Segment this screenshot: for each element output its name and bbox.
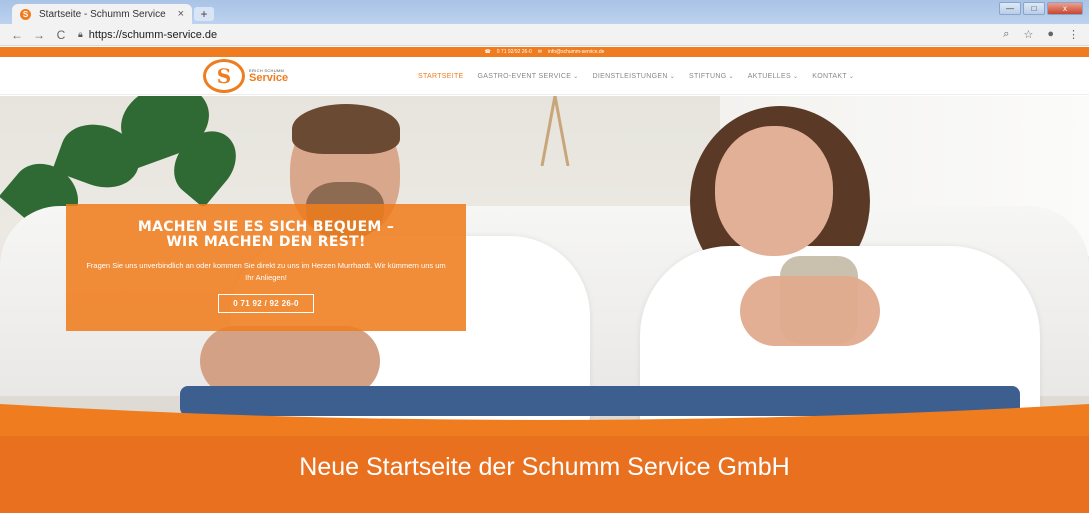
hero-phone-button[interactable]: 0 71 92 / 92 26-0 — [218, 294, 314, 313]
browser-tab-bar: S Startseite - Schumm Service × + — □ x — [0, 0, 1089, 24]
window-controls: — □ x — [999, 2, 1083, 15]
url-text[interactable]: https://schumm-service.de — [89, 29, 217, 41]
lamp-illustration — [540, 96, 570, 166]
site-logo[interactable]: S ERICH SCHUMM Service — [203, 59, 288, 93]
logo-text: ERICH SCHUMM Service — [249, 68, 288, 84]
reload-icon[interactable]: C — [50, 28, 72, 42]
topbar-email[interactable]: info@schumm-service.de — [548, 49, 604, 55]
hero-wave-divider — [0, 404, 1089, 436]
hero-headline-line1: MACHEN SIE ES SICH BEQUEM – — [137, 219, 395, 235]
site-contact-bar: ☎ 0 71 92/92 26-0 ✉ info@schumm-service.… — [0, 47, 1089, 57]
close-window-button[interactable]: x — [1047, 2, 1083, 15]
forward-icon[interactable]: → — [28, 28, 50, 42]
nav-item-kontakt[interactable]: KONTAKT ⌄ — [812, 73, 854, 80]
logo-s-icon: S — [203, 59, 245, 93]
site-favicon-icon: S — [20, 8, 31, 20]
chevron-down-icon: ⌄ — [792, 73, 799, 80]
lock-icon: 🔒︎ — [78, 29, 83, 39]
chevron-down-icon: ⌄ — [728, 73, 734, 80]
minimize-button[interactable]: — — [999, 2, 1021, 15]
address-bar[interactable]: 🔒︎ https://schumm-service.de — [78, 29, 1003, 41]
bookmark-star-icon[interactable]: ☆ — [1023, 28, 1033, 41]
toolbar-actions: ⌕ ☆ ● ⋮ — [1003, 28, 1079, 41]
phone-icon: ☎ — [484, 49, 491, 55]
hero-section: MACHEN SIE ES SICH BEQUEM – WIR MACHEN D… — [0, 96, 1089, 436]
back-icon[interactable]: ← — [6, 28, 28, 42]
chevron-down-icon: ⌄ — [573, 73, 579, 80]
topbar-phone[interactable]: 0 71 92/92 26-0 — [497, 49, 532, 55]
woman-illustration — [715, 126, 833, 256]
zoom-icon[interactable]: ⌕ — [1003, 28, 1009, 41]
nav-item-aktuelles[interactable]: AKTUELLES ⌄ — [748, 73, 799, 80]
maximize-button[interactable]: □ — [1023, 2, 1045, 15]
woman-illustration — [740, 276, 880, 346]
menu-icon[interactable]: ⋮ — [1068, 28, 1079, 41]
tab-close-icon[interactable]: × — [178, 8, 184, 20]
hero-headline: MACHEN SIE ES SICH BEQUEM – WIR MACHEN D… — [66, 220, 466, 250]
nav-item-stiftung[interactable]: STIFTUNG ⌄ — [689, 73, 734, 80]
main-navigation: STARTSEITE GASTRO-EVENT SERVICE ⌄ DIENSTL… — [418, 57, 854, 95]
caption-text: Neue Startseite der Schumm Service GmbH — [299, 453, 790, 481]
caption-banner: Neue Startseite der Schumm Service GmbH — [0, 436, 1089, 513]
chevron-down-icon: ⌄ — [848, 73, 855, 80]
hero-headline-line2: WIR MACHEN DEN REST! — [166, 234, 366, 250]
browser-tab[interactable]: S Startseite - Schumm Service × — [12, 4, 192, 24]
mail-icon: ✉ — [537, 49, 542, 55]
new-tab-button[interactable]: + — [194, 7, 214, 21]
tab-title: Startseite - Schumm Service — [39, 8, 166, 20]
hero-cta-box: MACHEN SIE ES SICH BEQUEM – WIR MACHEN D… — [66, 204, 466, 331]
logo-big-text: Service — [249, 72, 289, 84]
chevron-down-icon: ⌄ — [669, 73, 676, 80]
site-header: S ERICH SCHUMM Service STARTSEITE GASTRO… — [0, 57, 1089, 95]
hero-text: Fragen Sie uns unverbindlich an oder kom… — [86, 261, 446, 282]
nav-item-gastro-event-service[interactable]: GASTRO-EVENT SERVICE ⌄ — [478, 73, 579, 80]
profile-icon[interactable]: ● — [1047, 28, 1054, 41]
nav-item-startseite[interactable]: STARTSEITE — [418, 73, 464, 80]
nav-item-dienstleistungen[interactable]: DIENSTLEISTUNGEN ⌄ — [593, 73, 676, 80]
browser-toolbar: ← → C 🔒︎ https://schumm-service.de ⌕ ☆ ●… — [0, 24, 1089, 46]
man-illustration — [292, 104, 400, 154]
